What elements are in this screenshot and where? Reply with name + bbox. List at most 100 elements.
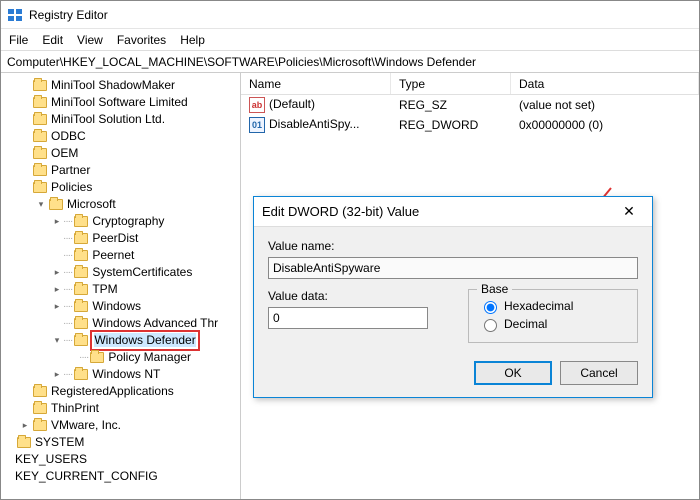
folder-icon [74,369,88,380]
radio-dec-input[interactable] [484,319,497,332]
menubar: File Edit View Favorites Help [1,29,699,51]
chevron-right-icon[interactable]: ▸ [51,366,63,383]
tree-item[interactable]: ▸····TPM [3,281,240,298]
tree-item-label: MiniTool ShadowMaker [51,77,175,94]
tree-item[interactable]: MiniTool ShadowMaker [3,77,240,94]
tree-item-label: RegisteredApplications [51,383,174,400]
list-row[interactable]: ab(Default)REG_SZ(value not set) [241,95,699,115]
tree-item[interactable]: ····PeerDist [3,230,240,247]
folder-icon [74,335,88,346]
folder-icon [17,437,31,448]
tree-item[interactable]: MiniTool Solution Ltd. [3,111,240,128]
string-value-icon: ab [249,97,265,113]
menu-file[interactable]: File [9,33,28,47]
tree-item[interactable]: OEM [3,145,240,162]
tree-item-label: Windows NT [92,366,160,383]
folder-icon [33,386,47,397]
tree-item[interactable]: ▸····SystemCertificates [3,264,240,281]
folder-icon [33,97,47,108]
radio-decimal[interactable]: Decimal [479,316,627,332]
tree-item[interactable]: ▸····Windows NT [3,366,240,383]
chevron-down-icon[interactable]: ▾ [51,332,63,349]
value-name-field[interactable] [268,257,638,279]
dialog-title: Edit DWORD (32-bit) Value [262,204,419,219]
folder-icon [33,403,47,414]
tree-item-label: SystemCertificates [92,264,192,281]
folder-icon [74,301,88,312]
tree-item[interactable]: RegisteredApplications [3,383,240,400]
tree-item[interactable]: ▸ VMware, Inc. [3,417,240,434]
value-data-field[interactable] [268,307,428,329]
folder-icon [33,182,47,193]
tree-item[interactable]: Partner [3,162,240,179]
chevron-right-icon[interactable]: ▸ [51,213,63,230]
value-data-label: Value data: [268,289,450,303]
tree-item-label: ODBC [51,128,86,145]
tree-item[interactable]: ▸····Cryptography [3,213,240,230]
window-title: Registry Editor [29,8,108,22]
chevron-right-icon[interactable]: ▸ [51,281,63,298]
tree-item-label: KEY_CURRENT_CONFIG [15,468,158,485]
radio-hex-input[interactable] [484,301,497,314]
tree-item-label: TPM [92,281,117,298]
tree-item-label: KEY_USERS [15,451,87,468]
tree-item[interactable]: ▸····Windows [3,298,240,315]
address-bar[interactable]: Computer\HKEY_LOCAL_MACHINE\SOFTWARE\Pol… [1,51,699,73]
chevron-down-icon[interactable]: ▾ [35,196,47,213]
close-icon[interactable]: ✕ [614,203,644,220]
tree-item[interactable]: MiniTool Software Limited [3,94,240,111]
tree-item[interactable]: ····Policy Manager [3,349,240,366]
col-header-type[interactable]: Type [391,73,511,94]
tree-item-label: Policies [51,179,92,196]
dialog-titlebar: Edit DWORD (32-bit) Value ✕ [254,197,652,227]
folder-icon [74,250,88,261]
chevron-right-icon[interactable]: ▸ [51,298,63,315]
folder-icon [74,267,88,278]
folder-icon [33,165,47,176]
menu-edit[interactable]: Edit [42,33,63,47]
chevron-right-icon[interactable]: ▸ [51,264,63,281]
chevron-right-icon[interactable]: ▸ [19,417,31,434]
menu-favorites[interactable]: Favorites [117,33,166,47]
tree-item[interactable]: ThinPrint [3,400,240,417]
radio-hexadecimal[interactable]: Hexadecimal [479,298,627,314]
tree-item-label: ThinPrint [51,400,99,417]
menu-help[interactable]: Help [180,33,205,47]
tree-item-label: Microsoft [67,196,116,213]
edit-dword-dialog: Edit DWORD (32-bit) Value ✕ Value name: … [253,196,653,398]
tree-item[interactable]: SYSTEM [3,434,240,451]
tree-item-label: PeerDist [92,230,138,247]
tree-item[interactable]: ▾ Microsoft [3,196,240,213]
tree-item-label: VMware, Inc. [51,417,121,434]
tree-item[interactable]: ODBC [3,128,240,145]
folder-icon [33,114,47,125]
ok-button[interactable]: OK [474,361,552,385]
tree-item[interactable]: Policies [3,179,240,196]
folder-icon [49,199,63,210]
tree-item[interactable]: KEY_USERS [3,451,240,468]
tree-item[interactable]: KEY_CURRENT_CONFIG [3,468,240,485]
tree-item[interactable]: ····Peernet [3,247,240,264]
folder-icon [74,318,88,329]
folder-icon [90,352,104,363]
list-row[interactable]: 01DisableAntiSpy...REG_DWORD0x00000000 (… [241,115,699,135]
regedit-icon [7,7,23,23]
registry-editor-window: Registry Editor File Edit View Favorites… [0,0,700,500]
tree-item-label: SYSTEM [35,434,84,451]
dword-value-icon: 01 [249,117,265,133]
tree-pane[interactable]: MiniTool ShadowMakerMiniTool Software Li… [1,73,241,500]
tree-item[interactable]: ▾····Windows Defender [3,332,240,349]
cancel-button[interactable]: Cancel [560,361,638,385]
tree-item-label: Peernet [92,247,134,264]
tree-item-label: MiniTool Solution Ltd. [51,111,165,128]
folder-icon [74,216,88,227]
folder-icon [33,131,47,142]
tree-item-label: Policy Manager [108,349,191,366]
col-header-data[interactable]: Data [511,73,699,94]
titlebar: Registry Editor [1,1,699,29]
tree-item-label: Partner [51,162,90,179]
col-header-name[interactable]: Name [241,73,391,94]
menu-view[interactable]: View [77,33,103,47]
value-name-label: Value name: [268,239,638,253]
address-text: Computer\HKEY_LOCAL_MACHINE\SOFTWARE\Pol… [7,55,476,69]
